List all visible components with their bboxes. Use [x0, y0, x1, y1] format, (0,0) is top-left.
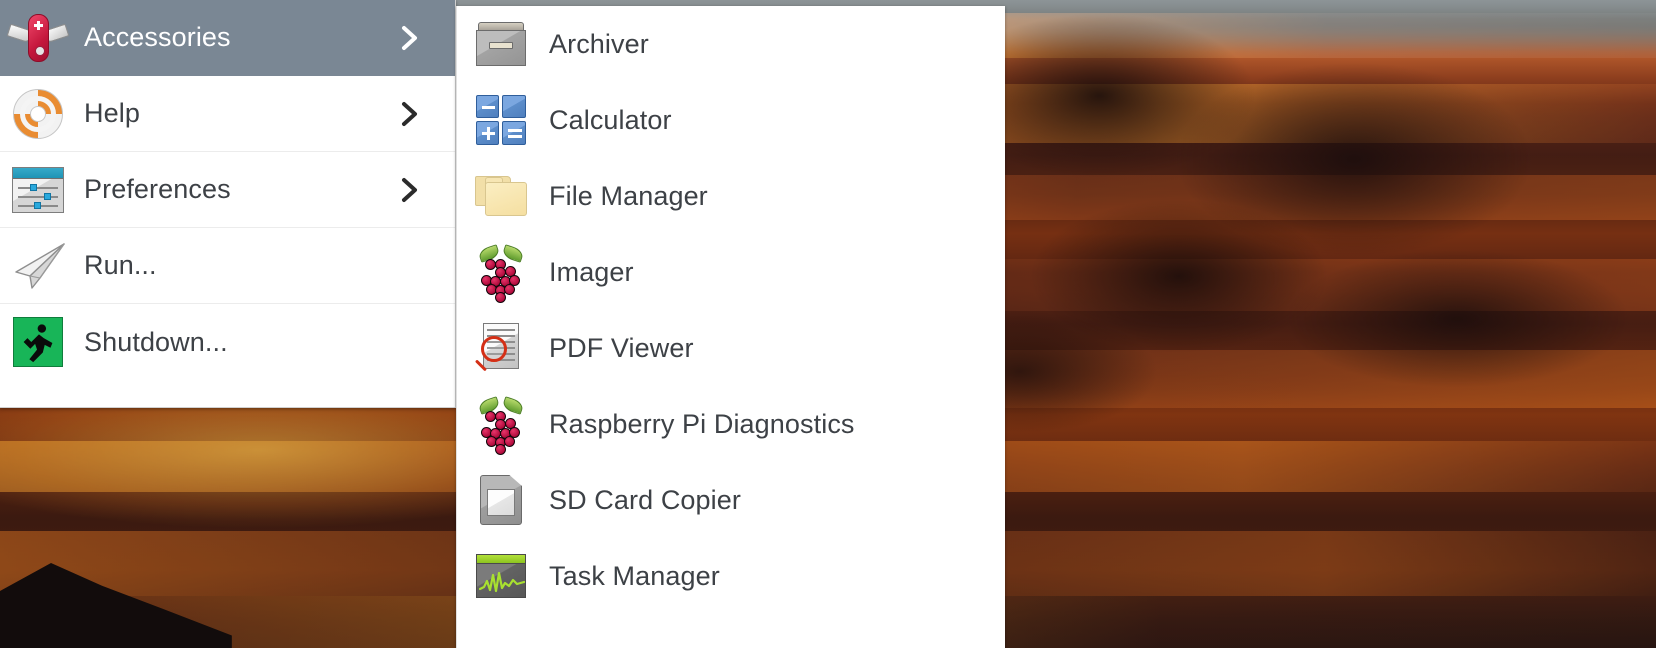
- submenu-item-pdf-viewer[interactable]: PDF Viewer: [457, 310, 1005, 386]
- submenu-item-label: Task Manager: [549, 560, 720, 591]
- menu-item-accessories[interactable]: Accessories: [0, 0, 455, 76]
- chevron-right-icon: [399, 101, 421, 127]
- submenu-item-label: Raspberry Pi Diagnostics: [549, 408, 855, 439]
- submenu-item-file-manager[interactable]: File Manager: [457, 158, 1005, 234]
- menu-item-help[interactable]: Help: [0, 76, 455, 152]
- submenu-item-label: PDF Viewer: [549, 332, 694, 363]
- paper-plane-icon: [10, 238, 66, 294]
- chevron-right-icon: [399, 25, 421, 51]
- accessories-submenu: Archiver Calculator File Manager Imager …: [456, 6, 1005, 648]
- submenu-item-label: Calculator: [549, 104, 672, 135]
- menu-item-label: Help: [84, 98, 140, 128]
- menu-item-label: Preferences: [84, 174, 231, 204]
- pdf-magnifier-icon: [474, 322, 527, 374]
- preferences-window-icon: [10, 162, 66, 218]
- menu-item-preferences[interactable]: Preferences: [0, 152, 455, 228]
- chevron-right-icon: [399, 177, 421, 203]
- menu-item-shutdown[interactable]: Shutdown...: [0, 304, 455, 380]
- raspberry-pi-icon: [475, 396, 527, 455]
- menu-item-label: Accessories: [84, 22, 231, 52]
- submenu-item-label: File Manager: [549, 180, 708, 211]
- calculator-icon: [475, 94, 527, 146]
- menu-item-label: Run...: [84, 250, 157, 280]
- folders-icon: [475, 170, 527, 222]
- submenu-item-imager[interactable]: Imager: [457, 234, 1005, 310]
- submenu-item-raspberry-pi-diagnostics[interactable]: Raspberry Pi Diagnostics: [457, 386, 1005, 462]
- raspberry-pi-icon: [475, 244, 527, 303]
- submenu-item-calculator[interactable]: Calculator: [457, 82, 1005, 158]
- submenu-item-sd-card-copier[interactable]: SD Card Copier: [457, 462, 1005, 538]
- lifebuoy-icon: [10, 86, 66, 142]
- submenu-item-label: SD Card Copier: [549, 484, 741, 515]
- menu-item-run[interactable]: Run...: [0, 228, 455, 304]
- menu-item-label: Shutdown...: [84, 326, 228, 357]
- main-menu: Accessories Help Preferences Run... Shut…: [0, 0, 456, 408]
- exit-running-man-icon: [10, 314, 66, 370]
- submenu-item-label: Archiver: [549, 28, 649, 59]
- task-monitor-icon: [475, 550, 527, 602]
- submenu-item-label: Imager: [549, 256, 634, 287]
- archive-box-icon: [475, 18, 527, 70]
- sd-card-icon: [475, 474, 527, 526]
- submenu-item-archiver[interactable]: Archiver: [457, 6, 1005, 82]
- swiss-army-knife-icon: [6, 10, 70, 66]
- submenu-item-task-manager[interactable]: Task Manager: [457, 538, 1005, 614]
